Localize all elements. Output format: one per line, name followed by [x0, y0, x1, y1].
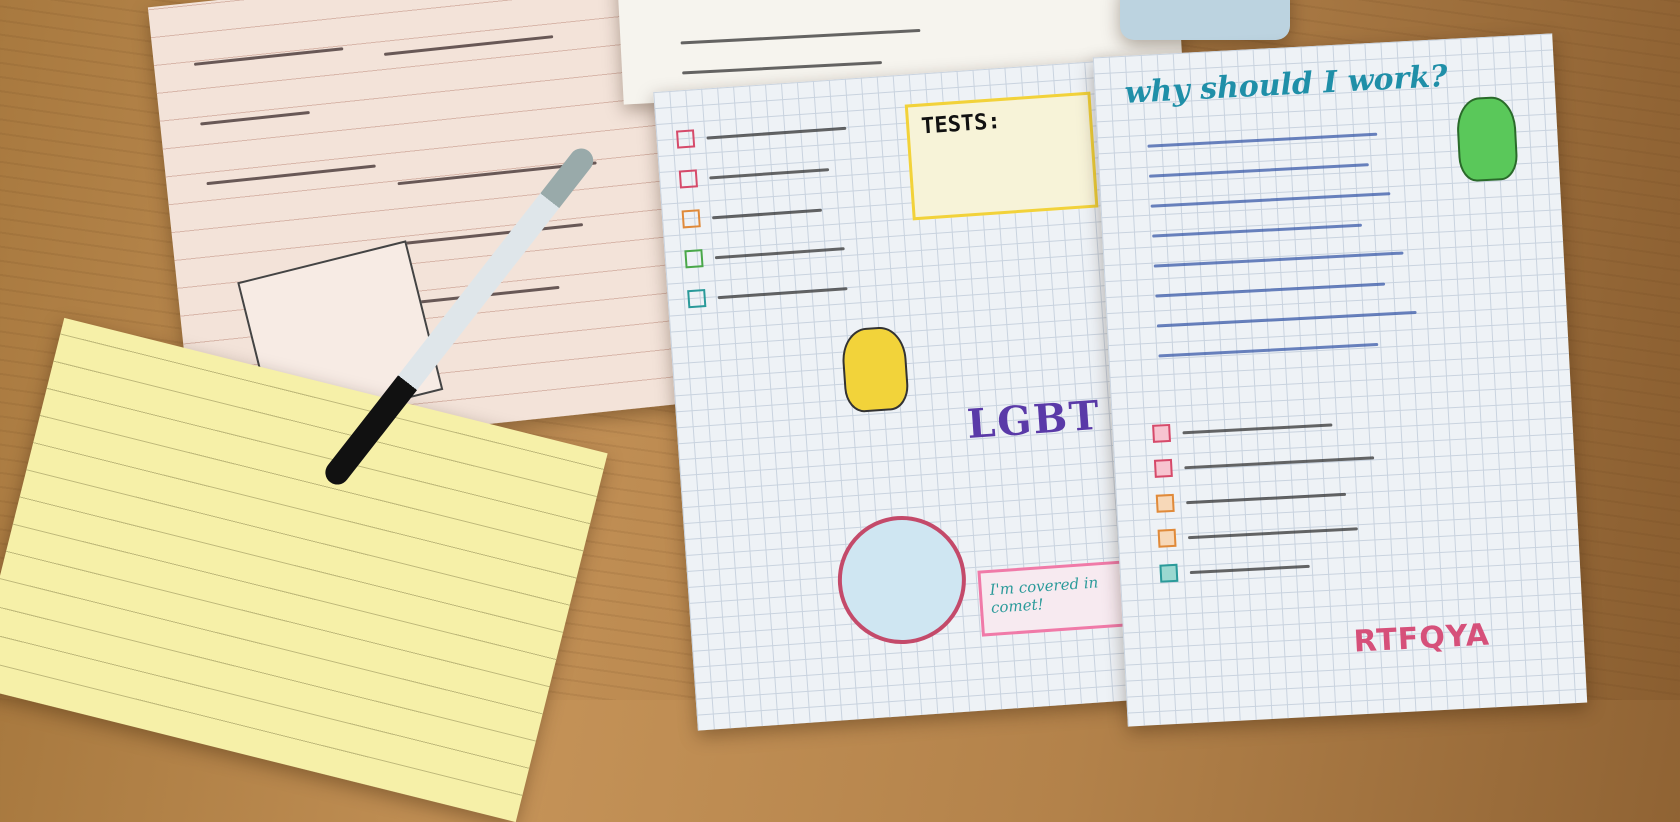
cat-drawing — [840, 325, 910, 414]
lgbt-badge-text: LGBT — [965, 391, 1103, 449]
quote-box: I'm covered in comet! — [977, 559, 1138, 637]
page-heading: why should I work? — [1123, 58, 1449, 111]
quote-text: I'm covered in comet! — [989, 573, 1099, 617]
journal-right-page: why should I work? RTFQYA — [1092, 33, 1588, 727]
blue-notebook-edge — [1120, 0, 1290, 40]
green-cat-drawing — [1455, 95, 1519, 183]
tests-box-title: TESTS: — [920, 109, 1002, 140]
tests-box: TESTS: — [904, 91, 1099, 221]
bright-sparks-badge — [833, 511, 971, 649]
journal-left-page: TESTS: LGBT I'm covered in comet! — [653, 59, 1167, 731]
corner-letters: RTFQYA — [1352, 617, 1491, 660]
